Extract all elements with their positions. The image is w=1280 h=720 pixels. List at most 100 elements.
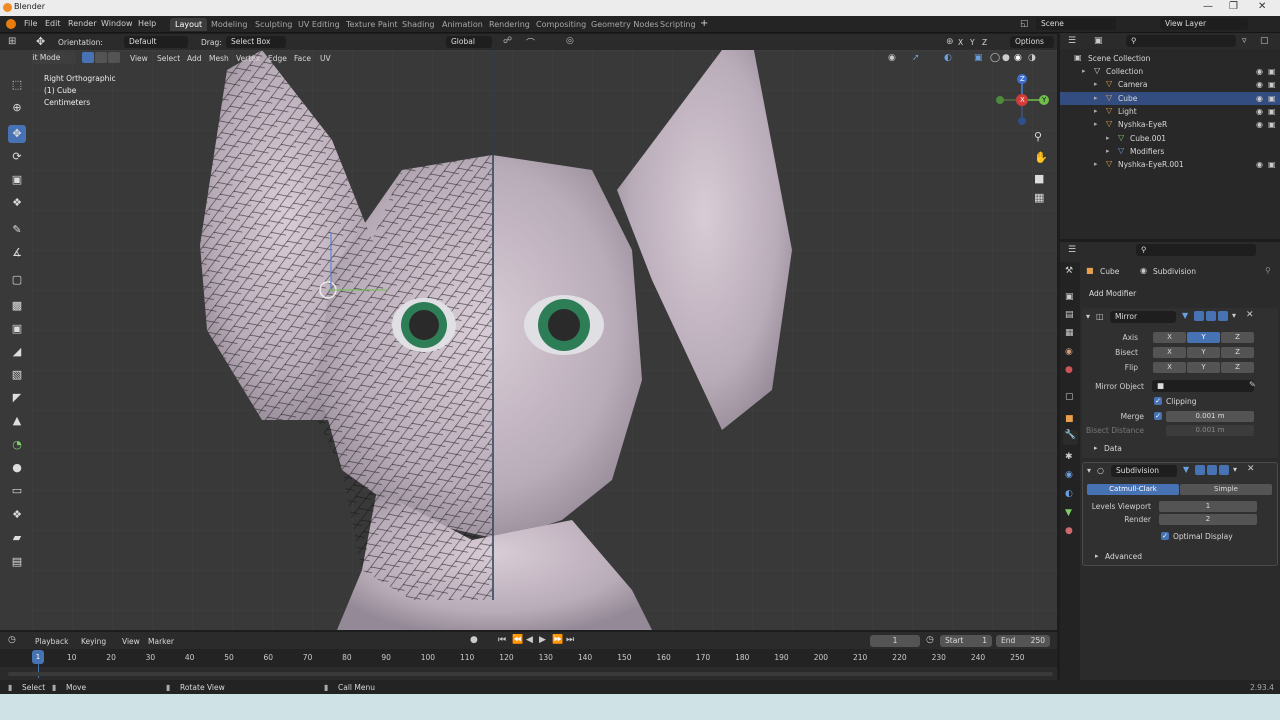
tab-uv-editing[interactable]: UV Editing [293,18,345,31]
render-camera-icon[interactable]: ▣ [1268,120,1276,129]
shrink-fatten-tool-icon[interactable]: ❖ [8,506,26,524]
viewport-menu-select[interactable]: Select [157,54,180,63]
viewport-menu-uv[interactable]: UV [320,54,331,63]
mirror-cage-icon[interactable] [1194,311,1204,321]
render-tab-icon[interactable]: ▣ [1065,292,1074,302]
cursor-tool-icon[interactable]: ⊕ [8,99,26,117]
mirror-menu-icon[interactable]: ▾ [1232,311,1236,320]
outliner-item[interactable]: ▸ ▽ Nyshka-EyeR.001 ◉ ▣ [1060,158,1280,171]
mirror-collapse-icon[interactable]: ▾ [1086,312,1090,321]
next-keyframe-icon[interactable]: ⏩ [552,635,563,645]
menu-help[interactable]: Help [138,19,156,28]
solid-shading-icon[interactable]: ● [1002,53,1010,63]
play-icon[interactable]: ▶ [539,635,546,645]
viewport-menu-vertex[interactable]: Vertex [236,54,260,63]
output-tab-icon[interactable]: ▤ [1065,310,1074,320]
tab-rendering[interactable]: Rendering [484,18,535,31]
view-layer-tab-icon[interactable]: ▦ [1065,328,1074,338]
outliner-editor-icon[interactable]: ☰ [1068,36,1076,46]
transform-orientation-dropdown[interactable]: Global [446,36,492,48]
bisect-x-button[interactable]: X [1153,347,1186,358]
physics-tab-icon[interactable]: ◉ [1065,470,1073,480]
constraints-tab-icon[interactable]: ◐ [1065,489,1073,499]
select-box-tool-icon[interactable]: ⬚ [8,76,26,94]
3d-viewport[interactable]: Edit Mode View Select Add Mesh Vertex Ed… [32,50,1057,630]
knife-tool-icon[interactable]: ◤ [8,389,26,407]
simple-button[interactable]: Simple [1180,484,1272,495]
timeline-editor-type-icon[interactable]: ◷ [8,635,16,645]
subdivision-render-icon[interactable] [1219,465,1229,475]
timeline-menu-marker[interactable]: Marker [148,637,174,646]
add-modifier-dropdown[interactable]: Add Modifier [1084,288,1274,300]
mode-dropdown[interactable]: Edit Mode [32,52,76,64]
gizmo-x-label[interactable]: X [1020,96,1025,104]
clipping-checkbox[interactable]: ✓ [1154,397,1162,405]
mirror-render-icon[interactable] [1218,311,1228,321]
optimal-display-checkbox[interactable]: ✓ [1161,532,1169,540]
view-layer-selector[interactable]: View Layer [1160,18,1248,30]
pin-icon[interactable]: ⚲ [1265,266,1271,275]
data-subpanel-label[interactable]: Data [1104,444,1122,453]
editor-type-icon[interactable]: ⊞ [8,36,16,47]
loop-cut-tool-icon[interactable]: ▧ [8,366,26,384]
mirror-x[interactable]: X [958,38,963,47]
object-tab-icon[interactable]: ■ [1065,414,1074,424]
flip-x-button[interactable]: X [1153,362,1186,373]
properties-editor-icon[interactable]: ☰ [1068,245,1076,255]
properties-search-input[interactable]: ⚲ [1136,244,1256,256]
play-reverse-icon[interactable]: ◀ [526,635,533,645]
spin-tool-icon[interactable]: ◔ [8,436,26,454]
outliner-item[interactable]: ▸ ▽ Nyshka-EyeR ◉ ▣ [1060,118,1280,131]
timeline-menu-keying[interactable]: Keying [81,637,106,646]
filter-icon[interactable]: ▿ [1242,36,1247,46]
gizmo-toggle-icon[interactable]: ➚ [912,53,920,63]
subdivision-name-field[interactable]: Subdivision [1111,465,1177,477]
timeline-menu-playback[interactable]: Playback [35,637,68,646]
outliner-item[interactable]: ▸ ▽ Camera ◉ ▣ [1060,78,1280,91]
visibility-eye-icon[interactable]: ◉ [1256,107,1263,116]
flip-z-button[interactable]: Z [1221,362,1254,373]
jump-end-icon[interactable]: ⏭ [566,635,574,645]
smooth-tool-icon[interactable]: ● [8,459,26,477]
move-tool-button-icon[interactable]: ✥ [8,125,26,143]
expand-arrow-icon[interactable]: ▸ [1106,147,1110,155]
outliner-item[interactable]: ▸ ▽ Cube.001 [1060,132,1280,145]
mirror-editmode-icon[interactable]: ▼ [1182,311,1188,320]
extrude-tool-icon[interactable]: ▩ [8,297,26,315]
outliner-scene-collection[interactable]: ▣ Scene Collection [1060,52,1280,65]
subdivision-remove-icon[interactable]: ✕ [1247,464,1255,474]
start-frame-field[interactable]: Start 1 [940,635,992,647]
proportional-edit-icon[interactable]: ◎ [566,36,574,46]
subdivision-menu-icon[interactable]: ▾ [1233,465,1237,474]
particles-tab-icon[interactable]: ✱ [1065,452,1073,462]
bisect-y-button[interactable]: Y [1187,347,1220,358]
render-camera-icon[interactable]: ▣ [1268,94,1276,103]
axis-z-button[interactable]: Z [1221,332,1254,343]
tab-sculpting[interactable]: Sculpting [250,18,297,31]
tab-texture-paint[interactable]: Texture Paint [341,18,403,31]
rip-region-tool-icon[interactable]: ▤ [8,553,26,571]
viewport-menu-edge[interactable]: Edge [268,54,287,63]
rendered-shading-icon[interactable]: ◑ [1028,53,1036,63]
add-workspace-button[interactable]: + [700,18,708,29]
blender-menu-icon[interactable] [6,19,16,29]
merge-distance-field[interactable]: 0.001 m [1166,411,1254,422]
gizmo-y-label[interactable]: Y [1042,96,1046,104]
expand-arrow-icon[interactable]: ▸ [1094,120,1098,128]
gizmo-z-label[interactable]: Z [1020,75,1025,83]
axis-x-button[interactable]: X [1153,332,1186,343]
render-camera-icon[interactable]: ▣ [1268,160,1276,169]
mirror-object-field[interactable]: ■ [1152,380,1254,392]
minimize-icon[interactable]: — [1203,1,1213,12]
orientation-dropdown[interactable]: Default [124,36,188,48]
menu-window[interactable]: Window [101,19,133,28]
visibility-icon[interactable]: ◉ [888,53,896,63]
add-cube-tool-icon[interactable]: ▢ [8,271,26,289]
subdivision-viewport-icon[interactable] [1207,465,1217,475]
tab-animation[interactable]: Animation [437,18,488,31]
options-dropdown[interactable]: Options [1010,36,1054,48]
visibility-eye-icon[interactable]: ◉ [1256,94,1263,103]
measure-tool-icon[interactable]: ∡ [8,244,26,262]
new-collection-icon[interactable]: ▢ [1260,36,1269,46]
visibility-eye-icon[interactable]: ◉ [1256,160,1263,169]
